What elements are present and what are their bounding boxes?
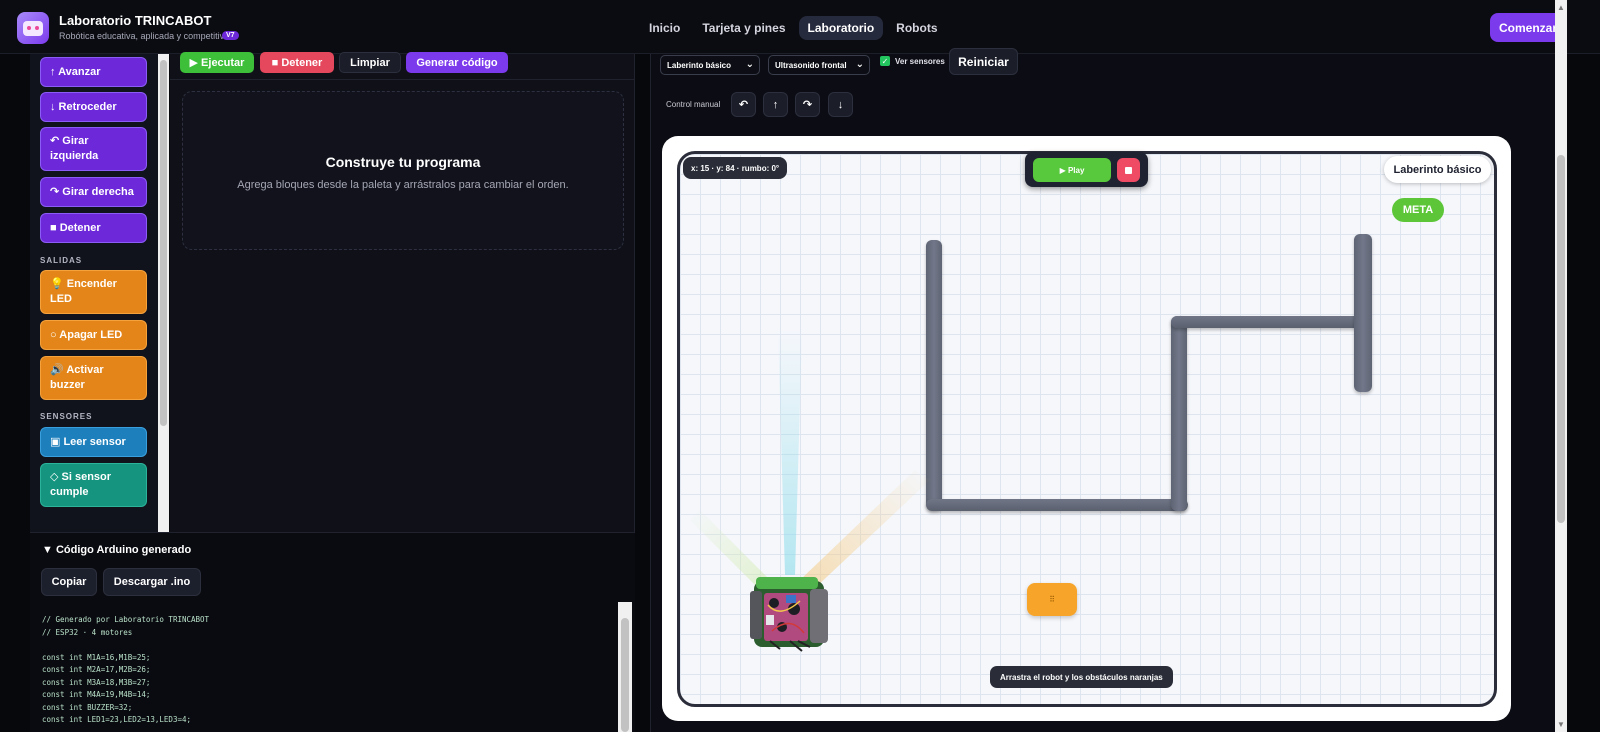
maze-wall [1171,316,1361,328]
scroll-down-icon[interactable]: ▼ [1557,720,1565,729]
generate-code-button[interactable]: Generar código [406,52,508,73]
play-button[interactable]: ▶ Play [1033,158,1111,182]
block-girar-derecha[interactable]: ↷ Girar derecha [40,177,147,207]
sensor-beams [690,330,930,588]
brand-title: Laboratorio TRINCABOT [59,13,212,28]
block-avanzar[interactable]: ↑ Avanzar [40,57,147,87]
empty-program-title: Construye tu programa [325,154,481,170]
code-panel-toggle[interactable]: ▼ Código Arduino generado [42,544,191,556]
goal-marker: META [1392,198,1444,222]
program-drop-zone[interactable] [182,91,624,250]
block-activar-buzzer[interactable]: 🔊 Activar buzzer [40,356,147,400]
show-sensors-label: Ver sensores [895,57,945,66]
chevron-down-icon: ⌄ [855,59,864,70]
clear-button[interactable]: Limpiar [339,52,401,73]
drag-handle-icon: ⠿ [1049,595,1055,604]
robot-coordinates: x: 15 · y: 84 · rumbo: 0° [683,157,788,179]
program-toolbar: ▶ Ejecutar ■ Detener Limpiar Generar cód… [170,52,635,80]
block-apagar-led[interactable]: ○ Apagar LED [40,320,147,350]
arduino-code: // Generado por Laboratorio TRINCABOT //… [42,615,210,724]
run-button[interactable]: ▶ Ejecutar [180,52,254,73]
forward-button[interactable]: ↑ [763,92,788,117]
stop-program-button[interactable]: ■ Detener [260,52,334,73]
robot-image[interactable] [750,575,830,655]
sensor-select-value: Ultrasonido frontal [775,60,847,70]
scenario-select[interactable]: Laberinto básico ⌄ [660,55,760,75]
stop-icon [1125,166,1132,174]
maze-wall [1171,316,1187,511]
nav-laboratorio[interactable]: Laboratorio [798,16,884,40]
version-badge: V7 [222,31,239,40]
block-girar-izquierda[interactable]: ↶ Girar izquierda [40,127,147,171]
maze-name-badge: Laberinto básico [1384,156,1491,183]
maze-wall [926,499,1188,511]
robot-logo-icon[interactable] [17,12,49,44]
manual-control-label: Control manual [666,100,721,109]
sensor-select[interactable]: Ultrasonido frontal ⌄ [768,55,870,75]
section-sensores: SENSORES [40,412,93,421]
block-si-sensor-cumple[interactable]: ◇ Si sensor cumple [40,463,147,507]
backward-button[interactable]: ↓ [828,92,853,117]
block-detener[interactable]: ■ Detener [40,213,147,243]
maze-wall [1354,234,1372,392]
chevron-down-icon: ⌄ [745,59,754,70]
block-retroceder[interactable]: ↓ Retroceder [40,92,147,122]
empty-program-subtitle: Agrega bloques desde la paleta y arrástr… [237,179,569,191]
reset-button[interactable]: Reiniciar [949,48,1018,75]
show-sensors-checkbox[interactable]: ✓ [880,56,890,66]
nav-robots[interactable]: Robots [887,16,946,40]
brand-subtitle: Robótica educativa, aplicada y competiti… [59,31,230,41]
nav-inicio[interactable]: Inicio [640,16,689,40]
drag-hint: Arrastra el robot y los obstáculos naran… [990,666,1173,688]
palette-scrollbar[interactable] [158,54,169,532]
draggable-obstacle[interactable]: ⠿ [1027,583,1077,616]
turn-right-button[interactable]: ↷ [795,92,820,117]
turn-left-button[interactable]: ↶ [731,92,756,117]
block-palette: ↑ Avanzar ↓ Retroceder ↶ Girar izquierda… [30,54,166,532]
block-leer-sensor[interactable]: ▣ Leer sensor [40,427,147,457]
code-scrollbar[interactable] [618,602,632,732]
scroll-up-icon[interactable]: ▲ [1557,3,1565,12]
page-scrollbar[interactable]: ▲ ▼ [1555,0,1567,732]
download-ino-button[interactable]: Descargar .ino [103,568,201,596]
stop-sim-button[interactable] [1117,158,1140,182]
block-encender-led[interactable]: 💡 Encender LED [40,270,147,314]
copy-code-button[interactable]: Copiar [41,568,97,596]
scenario-select-value: Laberinto básico [667,60,732,70]
section-salidas: SALIDAS [40,256,83,265]
main-nav: Inicio Tarjeta y pines Laboratorio Robot… [640,16,947,40]
nav-tarjeta-pines[interactable]: Tarjeta y pines [693,16,794,40]
